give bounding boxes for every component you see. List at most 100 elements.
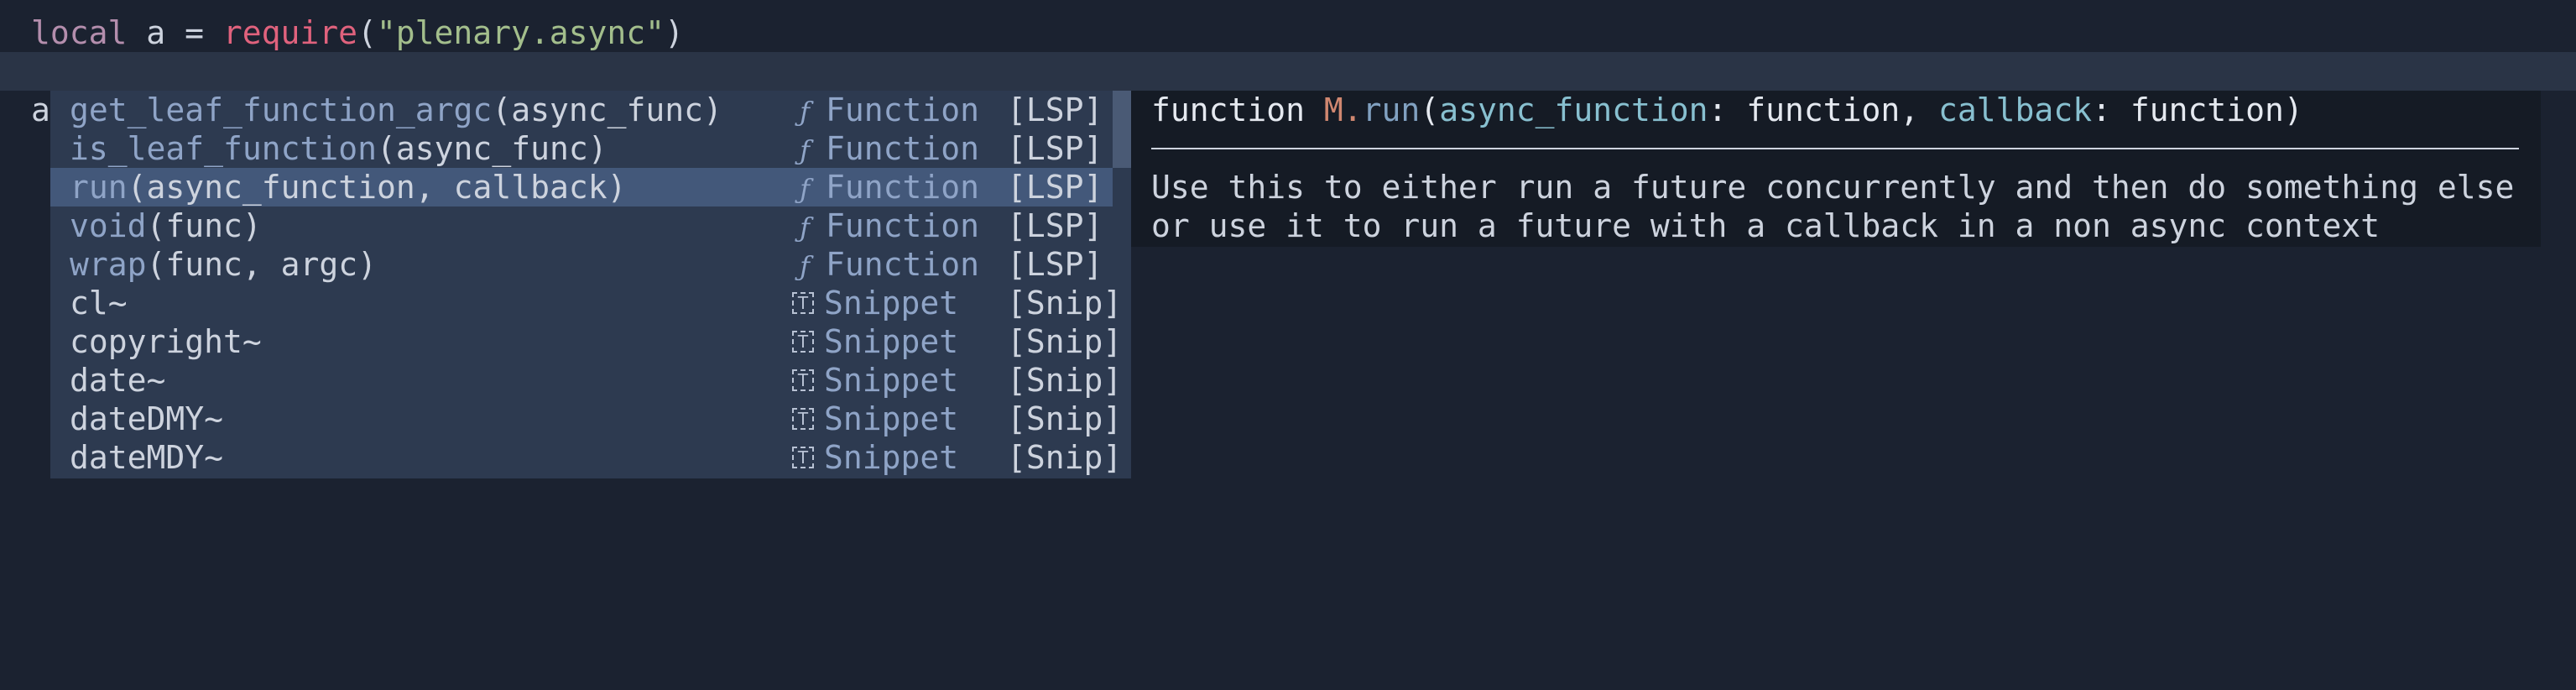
snippet-icon <box>792 284 814 322</box>
completion-item-source: [Snip] <box>1007 323 1123 360</box>
doc-description: Use this to either run a future concurre… <box>1151 168 2514 245</box>
sig-function-name: run <box>1362 91 1421 128</box>
completion-item-kind: ƒ Function <box>792 91 979 131</box>
completion-item-source: [LSP] <box>1007 169 1103 206</box>
completion-item-source: [Snip] <box>1007 285 1123 321</box>
snippet-icon <box>792 400 814 438</box>
completion-item-args: (async_func) <box>377 130 607 167</box>
completion-item-kind-label: Snippet <box>824 439 959 476</box>
completion-item-label: copyright~ <box>70 322 262 361</box>
completion-item-source: [LSP] <box>1007 246 1103 283</box>
completion-item-name: is_leaf_function <box>70 130 378 167</box>
completion-item-name: dateMDY~ <box>70 439 224 476</box>
completion-item-name: void <box>70 207 147 244</box>
completion-item-source: [LSP] <box>1007 130 1103 167</box>
completion-item-kind-label: Snippet <box>824 285 959 321</box>
completion-item-label: date~ <box>70 361 165 400</box>
sig-param-type-2: : function) <box>2092 91 2303 128</box>
completion-item-source: [Snip] <box>1007 362 1123 399</box>
completion-item-kind-label: Snippet <box>824 400 959 437</box>
completion-item-kind-label: Function <box>826 169 980 206</box>
keyword-local: local <box>31 14 128 51</box>
sig-open-paren: ( <box>1420 91 1440 128</box>
completion-item[interactable]: date~ Snippet [Snip] <box>50 361 1122 400</box>
completion-item-kind: ƒ Function <box>792 168 979 208</box>
completion-item[interactable]: copyright~ Snippet [Snip] <box>50 322 1122 361</box>
snippet-icon <box>792 322 814 361</box>
close-paren: ) <box>665 14 684 51</box>
completion-item[interactable]: dateMDY~ Snippet [Snip] <box>50 438 1122 477</box>
doc-desc-line-1: Use this to either run a future concurre… <box>1151 169 2515 206</box>
snippet-icon <box>792 361 814 400</box>
code-line-1[interactable]: local a = require("plenary.async") <box>31 13 684 52</box>
completion-item-kind: Snippet <box>792 322 958 361</box>
completion-item-kind: ƒ Function <box>792 245 979 285</box>
completion-item-label: is_leaf_function(async_func) <box>70 129 607 168</box>
completion-item-kind-label: Function <box>826 91 980 128</box>
require-call: require <box>222 14 357 51</box>
completion-item-kind-label: Snippet <box>824 323 959 360</box>
completion-item-kind-label: Function <box>826 246 980 283</box>
completion-item-name: date~ <box>70 362 166 399</box>
completion-item[interactable]: is_leaf_function(async_func) ƒ Function [LS… <box>50 129 1113 168</box>
completion-item-label: void(func) <box>70 206 262 245</box>
completion-item-kind-label: Snippet <box>824 362 959 399</box>
documentation-popup: function M.run(async_function: function,… <box>1131 91 2541 247</box>
completion-item[interactable]: void(func) ƒ Function [LSP] <box>50 206 1113 245</box>
sig-param-async-function: async_function <box>1439 91 1708 128</box>
completion-item-label: dateDMY~ <box>70 400 223 438</box>
completion-item-kind: ƒ Function <box>792 206 979 247</box>
completion-item-args: (func) <box>146 207 262 244</box>
function-icon: ƒ <box>800 250 810 282</box>
completion-item-name: run <box>70 169 128 206</box>
completion-item-kind: Snippet <box>792 438 958 477</box>
completion-item-args: (async_func) <box>492 91 722 128</box>
completion-item-source: [LSP] <box>1007 207 1103 244</box>
completion-item-name: wrap <box>70 246 147 283</box>
completion-item-name: cl~ <box>70 285 128 321</box>
completion-item-label: wrap(func, argc) <box>70 245 377 284</box>
completion-item[interactable]: cl~ Snippet [Snip] <box>50 284 1122 322</box>
completion-item-label: cl~ <box>70 284 128 322</box>
completion-item[interactable]: get_leaf_function_argc(async_func) ƒ Funct… <box>50 91 1113 129</box>
sig-keyword: function <box>1151 91 1324 128</box>
completion-item-source: [Snip] <box>1007 439 1123 476</box>
open-paren: ( <box>357 14 377 51</box>
doc-desc-line-2: or use it to run a future with a callbac… <box>1151 207 2380 244</box>
completion-item-name: get_leaf_function_argc <box>70 91 493 128</box>
completion-menu[interactable]: get_leaf_function_argc(async_func) ƒ Funct… <box>50 91 1131 478</box>
function-icon: ƒ <box>800 96 810 128</box>
completion-item-source: [LSP] <box>1007 91 1103 128</box>
function-icon: ƒ <box>800 212 810 243</box>
completion-item-name: dateDMY~ <box>70 400 224 437</box>
completion-scrollbar[interactable] <box>1113 91 1131 168</box>
snippet-icon <box>792 438 814 477</box>
completion-item-kind-label: Function <box>826 207 980 244</box>
completion-item-args: (func, argc) <box>146 246 378 283</box>
completion-item-label: run(async_function, callback) <box>70 168 626 206</box>
function-signature: function M.run(async_function: function,… <box>1151 91 2303 129</box>
completion-item-kind: ƒ Function <box>792 129 979 170</box>
assign-operator: = <box>185 14 204 51</box>
completion-item-kind: Snippet <box>792 400 958 438</box>
editor[interactable]: local a = require("plenary.async") a.run… <box>0 0 2576 690</box>
completion-item[interactable]: run(async_function, callback) ƒ Function [L… <box>50 168 1113 206</box>
completion-item-kind-label: Function <box>826 130 980 167</box>
completion-item-source: [Snip] <box>1007 400 1123 437</box>
completion-item[interactable]: dateDMY~ Snippet [Snip] <box>50 400 1122 438</box>
sig-module: M. <box>1323 91 1363 128</box>
completion-item-args: (async_function, callback) <box>127 169 627 206</box>
completion-item[interactable]: wrap(func, argc) ƒ Function [LSP] <box>50 245 1113 284</box>
completion-item-name: copyright~ <box>70 323 262 360</box>
module-string: "plenary.async" <box>376 14 665 51</box>
completion-item-kind: Snippet <box>792 284 958 322</box>
completion-item-label: dateMDY~ <box>70 438 223 477</box>
completion-item-label: get_leaf_function_argc(async_func) <box>70 91 722 129</box>
function-icon: ƒ <box>800 134 810 166</box>
completion-item-kind: Snippet <box>792 361 958 400</box>
variable-a: a <box>146 14 166 51</box>
code-line-2-current[interactable]: a.run <box>0 52 2576 129</box>
sig-param-type-1: : function, <box>1708 91 1939 128</box>
function-icon: ƒ <box>800 173 810 205</box>
doc-divider <box>1151 148 2519 149</box>
